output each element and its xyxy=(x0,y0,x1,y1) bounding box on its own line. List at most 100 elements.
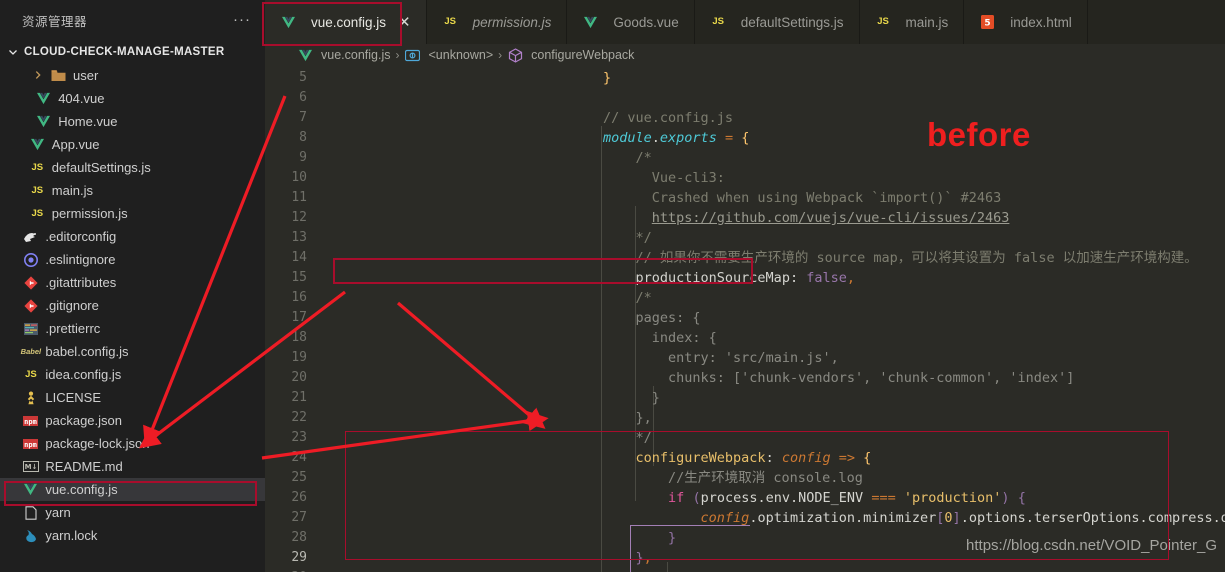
code-line-text: chunks: ['chunk-vendors', 'chunk-common'… xyxy=(668,370,1075,386)
breadcrumb-item[interactable]: vue.config.js xyxy=(321,48,390,62)
editor-tab[interactable]: Goods.vue xyxy=(567,0,695,44)
file-tree-item[interactable]: JS permission.js xyxy=(0,202,265,225)
breadcrumb-item[interactable]: <unknown> xyxy=(428,48,493,62)
code-line-text: module.exports = { xyxy=(603,130,750,146)
file-tree-item-label: idea.config.js xyxy=(45,367,122,382)
file-tree-item[interactable]: .prettierrc xyxy=(0,317,265,340)
code-line[interactable]: 23 */ xyxy=(265,428,1225,448)
svg-text:5: 5 xyxy=(985,19,991,29)
file-tree-item-label: LICENSE xyxy=(45,390,102,405)
file-tree-item-label: user xyxy=(73,68,99,83)
file-tree-item-label: babel.config.js xyxy=(45,344,129,359)
file-tree-item[interactable]: Home.vue xyxy=(0,110,265,133)
file-tree-item[interactable]: LICENSE xyxy=(0,386,265,409)
code-line[interactable]: 25 //生产环境取消 console.log xyxy=(265,468,1225,488)
file-tree-item[interactable]: yarn.lock xyxy=(0,524,265,547)
editor-tab-label: vue.config.js xyxy=(311,14,387,30)
file-tree-item-label: .gitattributes xyxy=(45,275,117,290)
code-line[interactable]: 14 // 如果你不需要生产环境的 source map，可以将其设置为 fals… xyxy=(265,248,1225,268)
js-icon: JS xyxy=(31,161,44,173)
code-line[interactable]: 27 config.optimization.minimizer[0].optio… xyxy=(265,508,1225,528)
code-line[interactable]: 16 /* xyxy=(265,288,1225,308)
code-line-text: configureWebpack: config => { xyxy=(635,450,872,466)
code-line[interactable]: 11 Crashed when using Webpack `import()` … xyxy=(265,188,1225,208)
code-line[interactable]: 19 entry: 'src/main.js', xyxy=(265,348,1225,368)
svg-text:npm: npm xyxy=(25,417,38,425)
file-tree-item[interactable]: .gitattributes xyxy=(0,271,265,294)
file-tree-item[interactable]: App.vue xyxy=(0,133,265,156)
vue-icon xyxy=(280,14,297,31)
editor-tab[interactable]: JS defaultSettings.js xyxy=(694,0,860,44)
line-number: 22 xyxy=(291,410,307,425)
code-line[interactable]: 21} xyxy=(265,388,1225,408)
file-tree-item[interactable]: .editorconfig xyxy=(0,225,265,248)
license-icon xyxy=(22,389,39,406)
more-actions-icon[interactable]: ··· xyxy=(233,12,251,27)
editor-tabbar[interactable]: vue.config.js ✕ JS permission.js Goods.vue JS… xyxy=(265,0,1225,44)
editor-tab[interactable]: JS main.js xyxy=(859,0,965,44)
code-line[interactable]: 8 module.exports = { xyxy=(265,128,1225,148)
git-icon xyxy=(22,297,39,314)
file-tree-item[interactable]: vue.config.js xyxy=(0,478,265,501)
file-tree-item[interactable]: npm package-lock.json xyxy=(0,432,265,455)
code-line[interactable]: 26 if (process.env.NODE_ENV === 'producti… xyxy=(265,488,1225,508)
editor-tab[interactable]: 5 index.html xyxy=(964,0,1088,44)
vue-icon xyxy=(582,14,599,31)
code-line[interactable]: 7 // vue.config.js xyxy=(265,108,1225,128)
file-tree-item[interactable]: .gitignore xyxy=(0,294,265,317)
line-number: 30 xyxy=(265,568,307,572)
code-line-text: productionSourceMap: false, xyxy=(635,270,856,286)
code-line[interactable]: 10 Vue-cli3: xyxy=(265,168,1225,188)
code-line[interactable]: 9 /* xyxy=(265,148,1225,168)
code-editor[interactable]: · · · · 5}67// vue.config.js8module.expo… xyxy=(265,66,1225,572)
code-line[interactable]: 30 chainWebpack: (config) => { xyxy=(265,568,1225,572)
editor-tab[interactable]: vue.config.js ✕ xyxy=(265,0,427,44)
file-tree-item-label: yarn.lock xyxy=(45,528,98,543)
file-tree-item[interactable]: JS idea.config.js xyxy=(0,363,265,386)
code-line[interactable]: 24 configureWebpack: config => { xyxy=(265,448,1225,468)
file-tree-item[interactable]: user xyxy=(0,64,265,87)
code-line[interactable]: 5} xyxy=(265,68,1225,88)
npm-icon: npm xyxy=(22,412,39,429)
code-line-text: /* xyxy=(635,150,652,166)
prettier-icon xyxy=(22,320,39,337)
file-tree-item[interactable]: 404.vue xyxy=(0,87,265,110)
chevron-right-icon[interactable] xyxy=(32,69,46,83)
before-annotation-label: before xyxy=(927,116,1031,153)
js-icon: JS xyxy=(31,184,44,196)
code-line[interactable]: 12 https://github.com/vuejs/vue-cli/issue… xyxy=(265,208,1225,228)
file-tree-item[interactable]: yarn xyxy=(0,501,265,524)
file-tree-item[interactable]: Babel babel.config.js xyxy=(0,340,265,363)
line-number: 19 xyxy=(291,350,307,365)
folder-icon xyxy=(50,67,67,84)
file-tree-item[interactable]: JS defaultSettings.js xyxy=(0,156,265,179)
line-number: 11 xyxy=(291,190,307,205)
js-icon: JS xyxy=(877,16,889,28)
code-line[interactable]: 17 pages: { xyxy=(265,308,1225,328)
code-line[interactable]: 22}, xyxy=(265,408,1225,428)
breadcrumb-item[interactable]: configureWebpack xyxy=(531,48,634,62)
file-tree[interactable]: user 404.vue Home.vue App.vue JS defaultSetti… xyxy=(0,63,265,572)
code-line[interactable]: 6 xyxy=(265,88,1225,108)
editor-tab[interactable]: JS permission.js xyxy=(426,0,568,44)
code-line-text: if (process.env.NODE_ENV === 'production… xyxy=(668,490,1026,506)
breadcrumb[interactable]: vue.config.js › <unknown> › configureWebpack xyxy=(265,44,1225,66)
code-line[interactable]: 18 index: { xyxy=(265,328,1225,348)
code-line-text: entry: 'src/main.js', xyxy=(668,350,839,366)
editor-tab-label: Goods.vue xyxy=(613,14,679,30)
code-line[interactable]: 15 productionSourceMap: false, xyxy=(265,268,1225,288)
svg-text:npm: npm xyxy=(25,440,38,448)
close-icon[interactable]: ✕ xyxy=(398,15,411,30)
file-tree-item[interactable]: npm package.json xyxy=(0,409,265,432)
editorconfig-icon xyxy=(22,228,39,245)
code-line[interactable]: 13 */ xyxy=(265,228,1225,248)
file-tree-item[interactable]: .eslintignore xyxy=(0,248,265,271)
explorer-root-folder[interactable]: CLOUD-CHECK-MANAGE-MASTER xyxy=(0,40,265,63)
file-tree-item[interactable]: M↓ README.md xyxy=(0,455,265,478)
code-line-text: chainWebpack: (config) => { xyxy=(636,568,856,572)
file-icon xyxy=(22,504,39,521)
line-number: 12 xyxy=(291,210,307,225)
line-number: 21 xyxy=(291,390,307,405)
file-tree-item[interactable]: JS main.js xyxy=(0,179,265,202)
code-line[interactable]: 20 chunks: ['chunk-vendors', 'chunk-commo… xyxy=(265,368,1225,388)
